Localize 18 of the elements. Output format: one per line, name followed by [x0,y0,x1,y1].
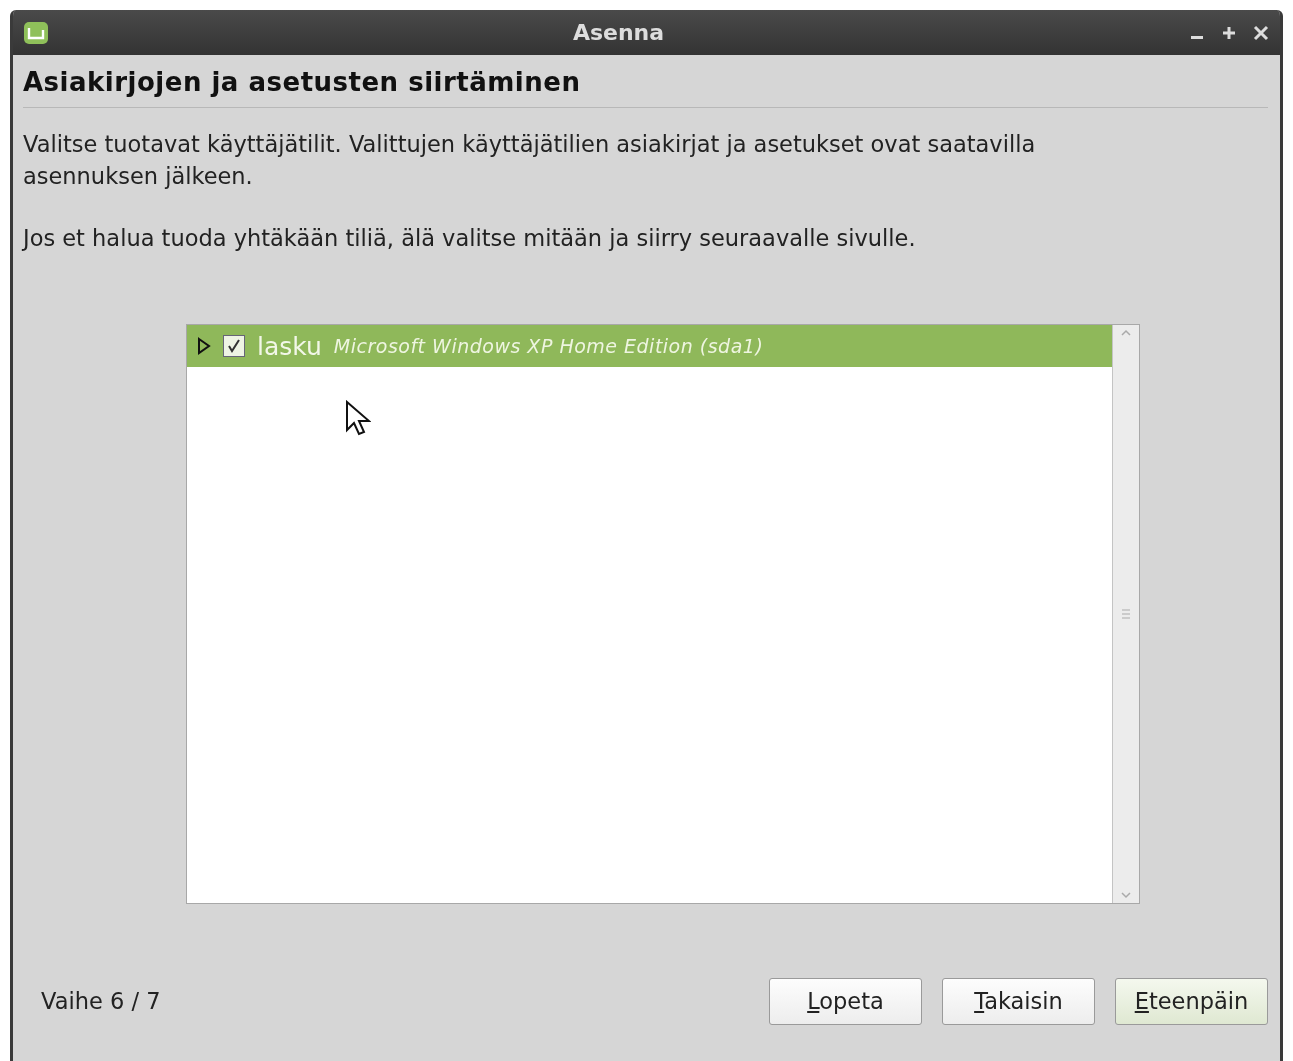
checkbox[interactable] [223,335,245,357]
instruction-text: Jos et halua tuoda yhtäkään tiliä, älä valitse mitään ja siirry seuraavalle sivulle. [23,224,917,253]
grip-icon[interactable] [1121,607,1131,621]
close-icon[interactable] [1252,23,1270,42]
checkmark-icon [226,338,242,354]
account-name: lasku [257,331,322,361]
step-indicator: Vaihe 6 / 7 [41,988,161,1014]
scrollbar[interactable] [1112,325,1139,903]
wizard-button[interactable]: Lopeta [769,977,922,1025]
window-title: Asenna [572,20,665,45]
instruction-text: Valitse tuotavat käyttäjätilit. Valittujen käyttäjätilien asiakirjat ja asetukset ovat saatavilla asennuksen jälkeen. [23,130,1037,191]
wizard-button[interactable]: Takaisin [942,977,1095,1025]
mint-logo-icon [23,20,49,45]
wizard-button[interactable]: Eteenpäin [1115,977,1268,1025]
expander-icon[interactable] [197,337,211,355]
system-name: Microsoft Windows XP Home Edition (sda1) [333,335,764,357]
cursor-icon [345,400,371,438]
page-heading: Asiakirjojen ja asetusten siirtäminen [23,67,1268,108]
